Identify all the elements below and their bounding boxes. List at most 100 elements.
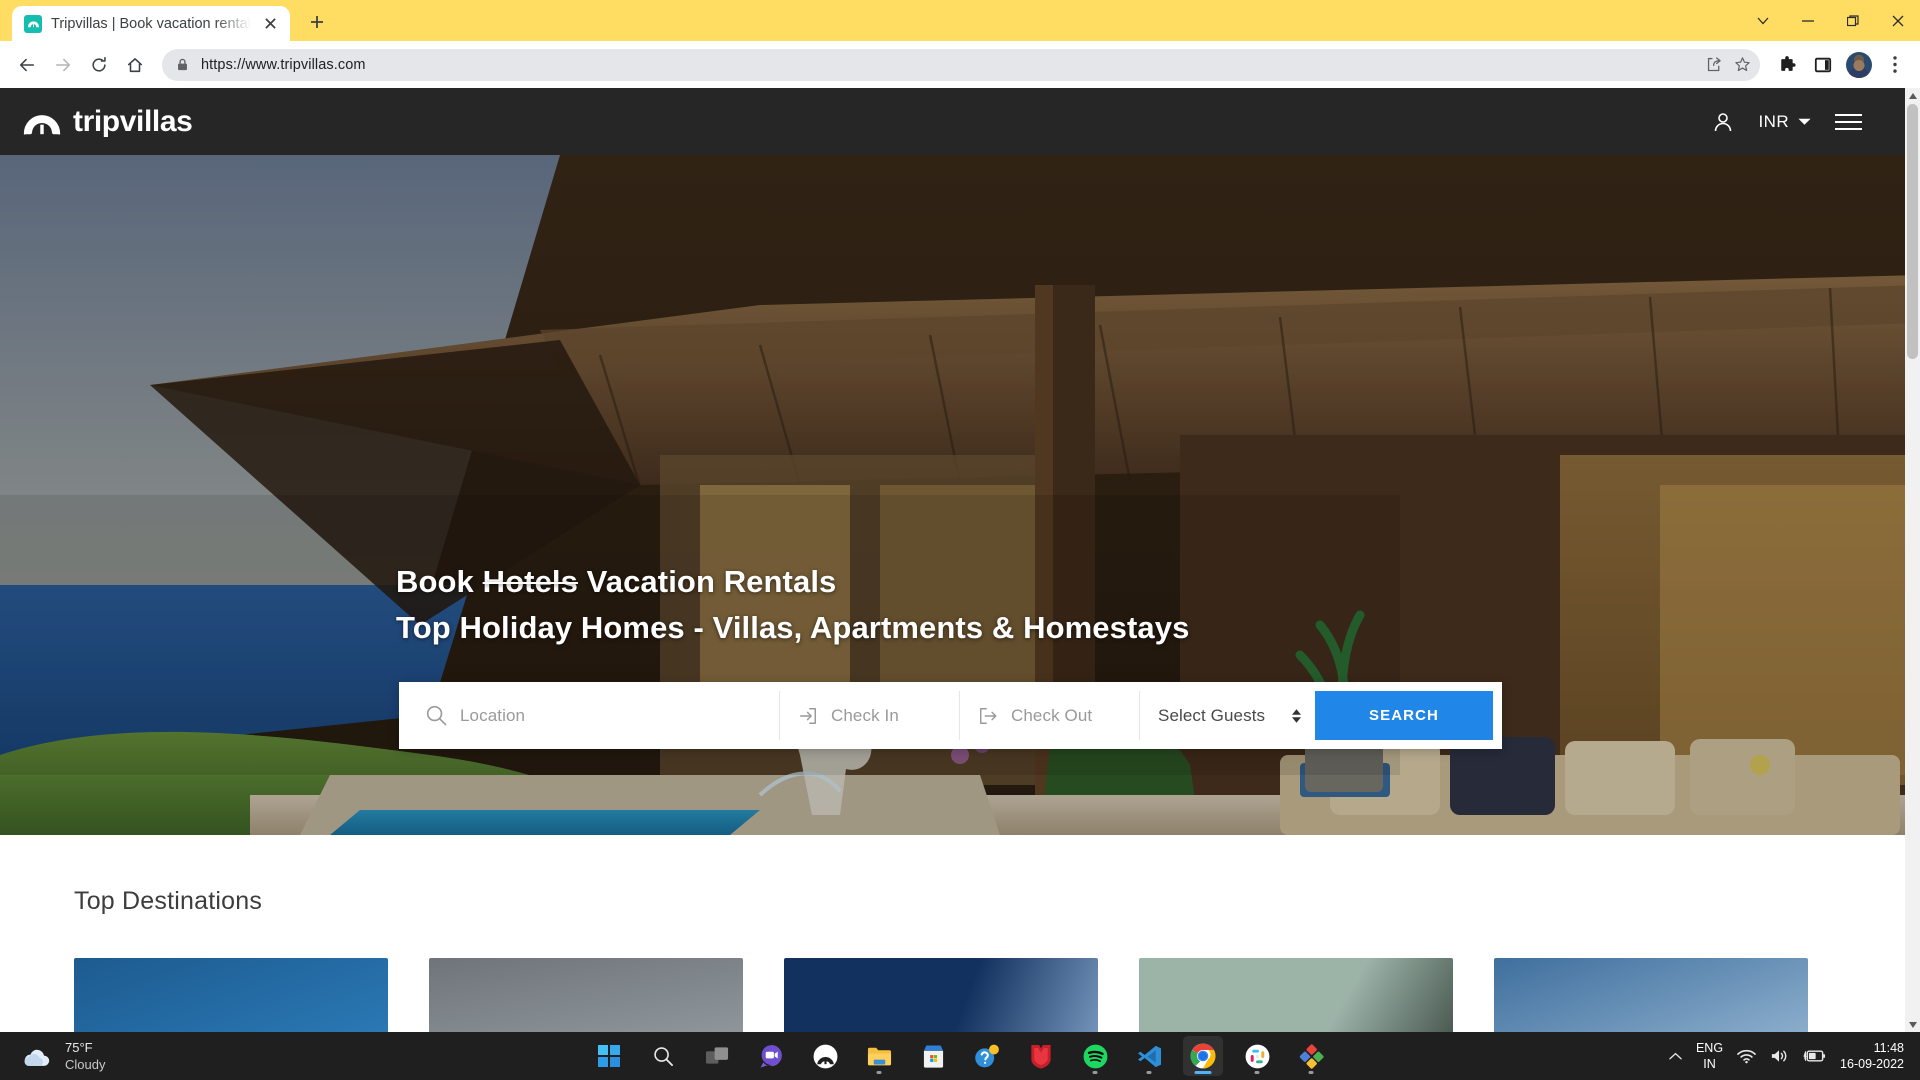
destination-card-3[interactable] — [784, 958, 1098, 1032]
location-input[interactable]: Location — [460, 706, 525, 726]
search-icon — [426, 705, 447, 726]
tab-search-button[interactable] — [1740, 0, 1785, 41]
site-header: tripvillas INR — [0, 88, 1920, 155]
microsoft-store-button[interactable] — [913, 1036, 953, 1076]
destination-card-5[interactable] — [1494, 958, 1808, 1032]
web-page: tripvillas INR Book Hotels Vacation Rent… — [0, 88, 1920, 1032]
system-tray: ENG IN 11:48 16-09-2022 — [1669, 1040, 1920, 1072]
chevron-up-icon[interactable] — [1669, 1052, 1682, 1060]
site-logo-text: tripvillas — [73, 104, 193, 138]
minimize-button[interactable] — [1785, 0, 1830, 41]
extensions-puzzle-icon[interactable] — [1770, 48, 1804, 82]
spotify-button[interactable] — [1075, 1036, 1115, 1076]
clock-date: 16-09-2022 — [1840, 1057, 1904, 1071]
search-taskbar-button[interactable] — [643, 1036, 683, 1076]
currency-label: INR — [1758, 111, 1789, 131]
browser-tab[interactable]: Tripvillas | Book vacation rentals, — [12, 6, 290, 41]
logout-arrow-icon — [978, 706, 998, 726]
battery-charging-icon[interactable] — [1803, 1049, 1826, 1063]
home-icon[interactable] — [118, 48, 152, 82]
hero-content: Book Hotels Vacation Rentals Top Holiday… — [0, 155, 1920, 835]
file-explorer-button[interactable] — [859, 1036, 899, 1076]
browser-window: Tripvillas | Book vacation rentals, http… — [0, 0, 1920, 1032]
chat-teams-button[interactable] — [751, 1036, 791, 1076]
tab-title: Tripvillas | Book vacation rentals, — [51, 15, 251, 32]
slack-button[interactable] — [1237, 1036, 1277, 1076]
close-tab-button[interactable] — [260, 14, 280, 34]
profile-avatar[interactable] — [1842, 48, 1876, 82]
page-scrollbar[interactable] — [1905, 88, 1920, 1032]
tripvillas-favicon — [24, 14, 42, 33]
hero-section: Book Hotels Vacation Rentals Top Holiday… — [0, 155, 1920, 835]
browser-toolbar: https://www.tripvillas.com — [0, 41, 1920, 88]
site-lock-icon[interactable] — [176, 58, 189, 71]
weather-widget[interactable]: 75°F Cloudy — [0, 1039, 300, 1073]
weather-condition: Cloudy — [65, 1057, 106, 1072]
maximize-button[interactable] — [1830, 0, 1875, 41]
user-icon[interactable] — [1711, 110, 1735, 134]
hamburger-menu-icon[interactable] — [1835, 113, 1862, 130]
tripvillas-arch-icon — [22, 107, 62, 136]
top-destinations-title: Top Destinations — [74, 887, 263, 915]
windows-taskbar: 75°F Cloudy ENG IN 11:48 16-09-2022 — [0, 1032, 1920, 1080]
language-line-1: ENG — [1695, 1041, 1724, 1055]
task-view-button[interactable] — [697, 1036, 737, 1076]
address-bar-actions — [1700, 49, 1756, 81]
search-button[interactable]: SEARCH — [1315, 691, 1493, 740]
guests-value: Select Guests — [1158, 705, 1266, 725]
destination-card-4[interactable] — [1139, 958, 1453, 1032]
weather-temperature: 75°F — [65, 1040, 93, 1055]
reload-icon[interactable] — [82, 48, 116, 82]
scroll-up-arrow[interactable] — [1905, 88, 1920, 103]
mcafee-button[interactable] — [1021, 1036, 1061, 1076]
site-header-actions: INR — [1711, 110, 1896, 134]
speaker-icon[interactable] — [1770, 1048, 1789, 1064]
tab-strip: Tripvillas | Book vacation rentals, — [0, 0, 1920, 41]
forward-arrow-icon[interactable] — [46, 48, 80, 82]
stepper-arrows-icon[interactable] — [1292, 708, 1301, 723]
checkout-field[interactable]: Check Out — [960, 691, 1140, 740]
side-panel-icon[interactable] — [1806, 48, 1840, 82]
weather-text: 75°F Cloudy — [65, 1039, 105, 1073]
login-arrow-icon — [798, 706, 818, 726]
new-tab-button[interactable] — [300, 5, 334, 39]
address-bar[interactable]: https://www.tripvillas.com — [162, 48, 1760, 81]
checkin-input[interactable]: Check In — [831, 706, 899, 726]
chrome-menu-icon[interactable] — [1878, 48, 1912, 82]
checkout-input[interactable]: Check Out — [1011, 706, 1092, 726]
clock[interactable]: 11:48 16-09-2022 — [1840, 1040, 1904, 1072]
hero-headline: Book Hotels Vacation Rentals Top Holiday… — [396, 559, 1189, 651]
guests-select[interactable]: Select Guests — [1140, 691, 1315, 740]
headline-prefix: Book — [396, 564, 483, 599]
cloud-icon — [22, 1046, 52, 1067]
taskbar-app-buttons — [589, 1036, 1331, 1076]
destination-card-grid — [74, 958, 1920, 1032]
chrome-button[interactable] — [1183, 1036, 1223, 1076]
wifi-icon[interactable] — [1737, 1049, 1756, 1064]
destination-card-2[interactable] — [429, 958, 743, 1032]
close-window-button[interactable] — [1875, 0, 1920, 41]
location-field[interactable]: Location — [408, 691, 780, 740]
headline-suffix: Vacation Rentals — [577, 564, 837, 599]
start-button[interactable] — [589, 1036, 629, 1076]
language-line-2: IN — [1703, 1057, 1716, 1071]
back-arrow-icon[interactable] — [10, 48, 44, 82]
app-white-circle-button[interactable] — [805, 1036, 845, 1076]
search-bar: Location Check In Check Out Select Guest… — [399, 682, 1502, 749]
clock-time: 11:48 — [1873, 1041, 1904, 1055]
checkin-field[interactable]: Check In — [780, 691, 960, 740]
site-logo[interactable]: tripvillas — [22, 104, 193, 139]
share-icon[interactable] — [1700, 51, 1728, 79]
language-indicator[interactable]: ENG IN — [1696, 1040, 1723, 1072]
get-help-button[interactable] — [967, 1036, 1007, 1076]
bookmark-star-icon[interactable] — [1728, 51, 1756, 79]
top-destinations-section: Top Destinations — [0, 835, 1920, 1032]
currency-selector[interactable]: INR — [1759, 112, 1811, 132]
scrollbar-thumb[interactable] — [1907, 104, 1918, 359]
window-controls — [1740, 0, 1920, 41]
vscode-button[interactable] — [1129, 1036, 1169, 1076]
photos-button[interactable] — [1291, 1036, 1331, 1076]
scroll-down-arrow[interactable] — [1905, 1017, 1920, 1032]
destination-card-1[interactable] — [74, 958, 388, 1032]
chevron-down-icon — [1798, 118, 1811, 125]
